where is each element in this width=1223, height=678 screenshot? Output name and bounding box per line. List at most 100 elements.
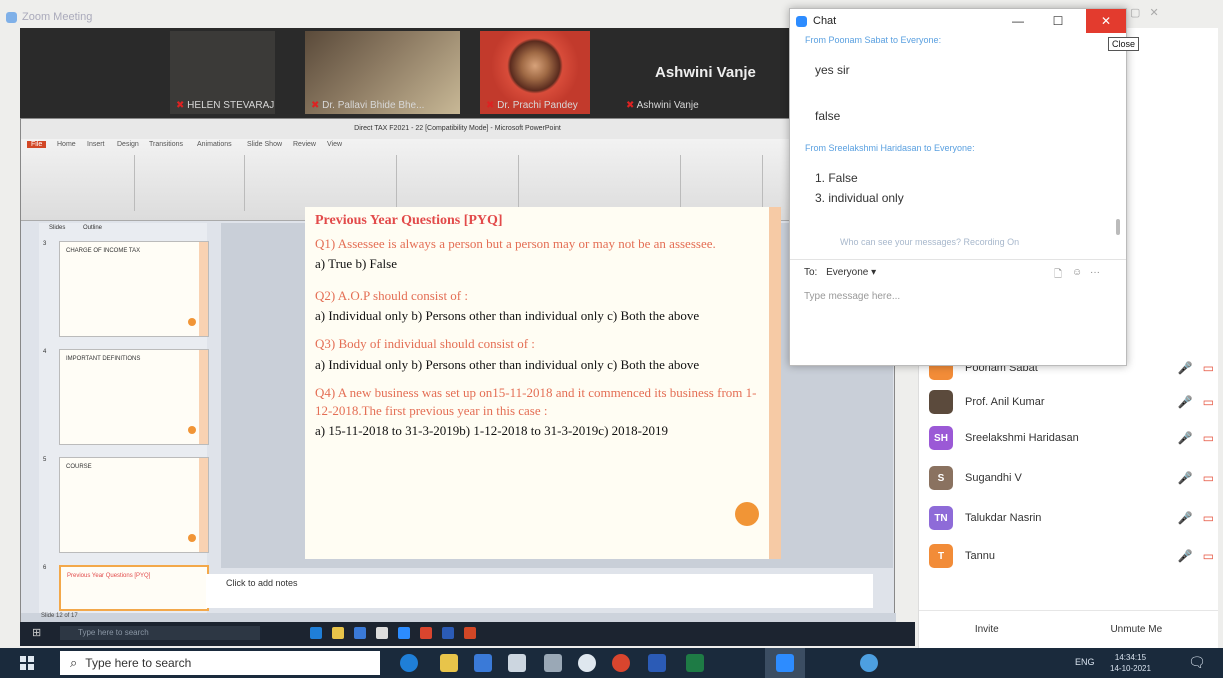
mic-muted-icon[interactable]: 🎤 bbox=[1178, 395, 1193, 409]
edge-icon[interactable] bbox=[310, 627, 322, 639]
excel-icon[interactable] bbox=[686, 654, 704, 672]
video-off-icon[interactable]: ▭ bbox=[1203, 361, 1214, 375]
shared-search-placeholder: Type here to search bbox=[78, 628, 149, 637]
more-icon[interactable]: ··· bbox=[1090, 267, 1100, 278]
video-tile-name: Dr. Prachi Pandey bbox=[486, 100, 578, 111]
chrome-icon[interactable] bbox=[612, 654, 630, 672]
zoom-taskbar-icon[interactable] bbox=[776, 654, 794, 672]
language-indicator[interactable]: ENG bbox=[1075, 657, 1095, 667]
edge-icon[interactable] bbox=[400, 654, 418, 672]
participant-row[interactable]: T Tannu 🎤 ▭ bbox=[929, 538, 1214, 574]
windows-start-icon[interactable] bbox=[20, 656, 34, 670]
question-3: Q3) Body of individual should consist of… bbox=[315, 336, 535, 352]
zoom-window-controls[interactable]: ▢ ✕ bbox=[1130, 6, 1159, 19]
slide-thumbnail[interactable]: IMPORTANT DEFINITIONS bbox=[59, 349, 209, 445]
chat-message-input[interactable]: Type message here... bbox=[804, 291, 900, 302]
word-icon[interactable] bbox=[648, 654, 666, 672]
screen: Zoom Meeting ▢ ✕ HELEN STEVARAJ Dr. Pall… bbox=[0, 0, 1223, 678]
file-icon[interactable]: 🗋 bbox=[1054, 267, 1062, 284]
tab-slides[interactable]: Slides bbox=[49, 225, 65, 231]
folder-icon[interactable] bbox=[332, 627, 344, 639]
video-tile[interactable]: Dr. Prachi Pandey bbox=[480, 31, 590, 114]
settings-icon[interactable] bbox=[544, 654, 562, 672]
zoom-icon bbox=[6, 11, 17, 23]
ribbon-group-drawing bbox=[521, 155, 681, 211]
word-icon[interactable] bbox=[442, 627, 454, 639]
chat-scrollbar[interactable] bbox=[1116, 219, 1120, 235]
participant-name: Talukdar Nasrin bbox=[965, 512, 1042, 524]
slide-thumbnail[interactable]: CHARGE OF INCOME TAX bbox=[59, 241, 209, 337]
slide-thumbnail-selected[interactable]: Previous Year Questions [PYQ] bbox=[59, 565, 209, 611]
dropbox-icon[interactable] bbox=[508, 654, 526, 672]
mic-muted-icon[interactable]: 🎤 bbox=[1178, 511, 1193, 525]
participants-footer: Invite Unmute Me bbox=[919, 610, 1218, 648]
tab-file[interactable]: File bbox=[27, 141, 47, 148]
unmute-me-button[interactable]: Unmute Me bbox=[1110, 624, 1162, 635]
recipient-dropdown[interactable]: Everyone ▾ bbox=[826, 267, 876, 278]
slide-number: 3 bbox=[43, 241, 47, 247]
store-icon[interactable] bbox=[376, 627, 388, 639]
slide-decoration-dot bbox=[735, 502, 759, 526]
shared-taskbar: ⊞ Type here to search bbox=[20, 622, 915, 646]
file-explorer-icon[interactable] bbox=[440, 654, 458, 672]
tab-insert[interactable]: Insert bbox=[87, 141, 105, 148]
mic-muted-icon[interactable]: 🎤 bbox=[1178, 471, 1193, 485]
chat-message: false bbox=[815, 109, 841, 123]
invite-button[interactable]: Invite bbox=[975, 624, 999, 635]
mic-muted-icon[interactable]: 🎤 bbox=[1178, 361, 1193, 375]
chrome-icon[interactable] bbox=[420, 627, 432, 639]
video-tile[interactable]: Dr. Pallavi Bhide Bhe... bbox=[305, 31, 460, 114]
taskbar-search-box[interactable]: ⌕ Type here to search bbox=[60, 651, 380, 675]
minimize-button[interactable]: — bbox=[998, 9, 1038, 33]
video-off-icon[interactable]: ▭ bbox=[1203, 431, 1214, 445]
participant-row[interactable]: S Sugandhi V 🎤 ▭ bbox=[929, 460, 1214, 496]
mail-icon[interactable] bbox=[354, 627, 366, 639]
slide-thumbnail[interactable]: COURSE bbox=[59, 457, 209, 553]
mic-muted-icon[interactable]: 🎤 bbox=[1178, 549, 1193, 563]
mail-icon[interactable] bbox=[474, 654, 492, 672]
question-1: Q1) Assessee is always a person but a pe… bbox=[315, 235, 716, 251]
participant-row[interactable]: TN Talukdar Nasrin 🎤 ▭ bbox=[929, 500, 1214, 536]
answer-2: a) Individual only b) Persons other than… bbox=[315, 308, 700, 324]
current-slide: Previous Year Questions [PYQ] Q1) Assess… bbox=[305, 207, 781, 559]
chat-app-icon bbox=[796, 15, 807, 27]
question-4: Q4) A new business was set up on15-11-20… bbox=[315, 384, 757, 418]
tab-transitions[interactable]: Transitions bbox=[149, 141, 183, 148]
notes-pane[interactable]: Click to add notes bbox=[206, 574, 873, 608]
tab-slide-show[interactable]: Slide Show bbox=[247, 141, 282, 148]
tab-outline[interactable]: Outline bbox=[83, 225, 102, 231]
video-off-icon[interactable]: ▭ bbox=[1203, 395, 1214, 409]
zoom-app-icon[interactable] bbox=[398, 627, 410, 639]
powerpoint-icon[interactable] bbox=[464, 627, 476, 639]
participant-name: Sugandhi V bbox=[965, 472, 1022, 484]
tab-home[interactable]: Home bbox=[57, 141, 76, 148]
thumb-dot bbox=[188, 534, 196, 542]
participant-name: Prof. Anil Kumar bbox=[965, 396, 1045, 408]
maximize-button[interactable]: ☐ bbox=[1038, 9, 1078, 33]
emoji-icon[interactable]: ☺ bbox=[1072, 267, 1082, 278]
tab-view[interactable]: View bbox=[327, 141, 342, 148]
tab-review[interactable]: Review bbox=[293, 141, 316, 148]
clock-time: 14:34:15 bbox=[1114, 653, 1147, 662]
participant-row[interactable]: Prof. Anil Kumar 🎤 ▭ bbox=[929, 384, 1214, 420]
tray-app-icon[interactable] bbox=[860, 654, 878, 672]
shared-search-box[interactable]: Type here to search bbox=[60, 626, 260, 640]
video-off-icon[interactable]: ▭ bbox=[1203, 549, 1214, 563]
windows-taskbar: ⌕ Type here to search ENG 14:34:15 14-10… bbox=[0, 648, 1223, 678]
notifications-icon[interactable]: 🗨 bbox=[1188, 654, 1206, 671]
tab-animations[interactable]: Animations bbox=[197, 141, 232, 148]
active-speaker-name: Ashwini Vanje bbox=[655, 64, 756, 81]
close-button[interactable]: ✕ bbox=[1086, 9, 1126, 33]
video-off-icon[interactable]: ▭ bbox=[1203, 471, 1214, 485]
tab-design[interactable]: Design bbox=[117, 141, 139, 148]
mic-muted-icon[interactable]: 🎤 bbox=[1178, 431, 1193, 445]
chat-title: Chat bbox=[813, 15, 837, 27]
windows-icon[interactable]: ⊞ bbox=[32, 626, 41, 639]
thumb-title: COURSE bbox=[66, 464, 92, 470]
video-off-icon[interactable]: ▭ bbox=[1203, 511, 1214, 525]
participant-row[interactable]: SH Sreelakshmi Haridasan 🎤 ▭ bbox=[929, 420, 1214, 456]
opera-icon[interactable] bbox=[578, 654, 596, 672]
who-can-see-notice[interactable]: Who can see your messages? Recording On bbox=[840, 237, 1019, 247]
clock[interactable]: 14:34:15 14-10-2021 bbox=[1110, 652, 1151, 674]
video-tile[interactable]: HELEN STEVARAJ bbox=[170, 31, 275, 114]
